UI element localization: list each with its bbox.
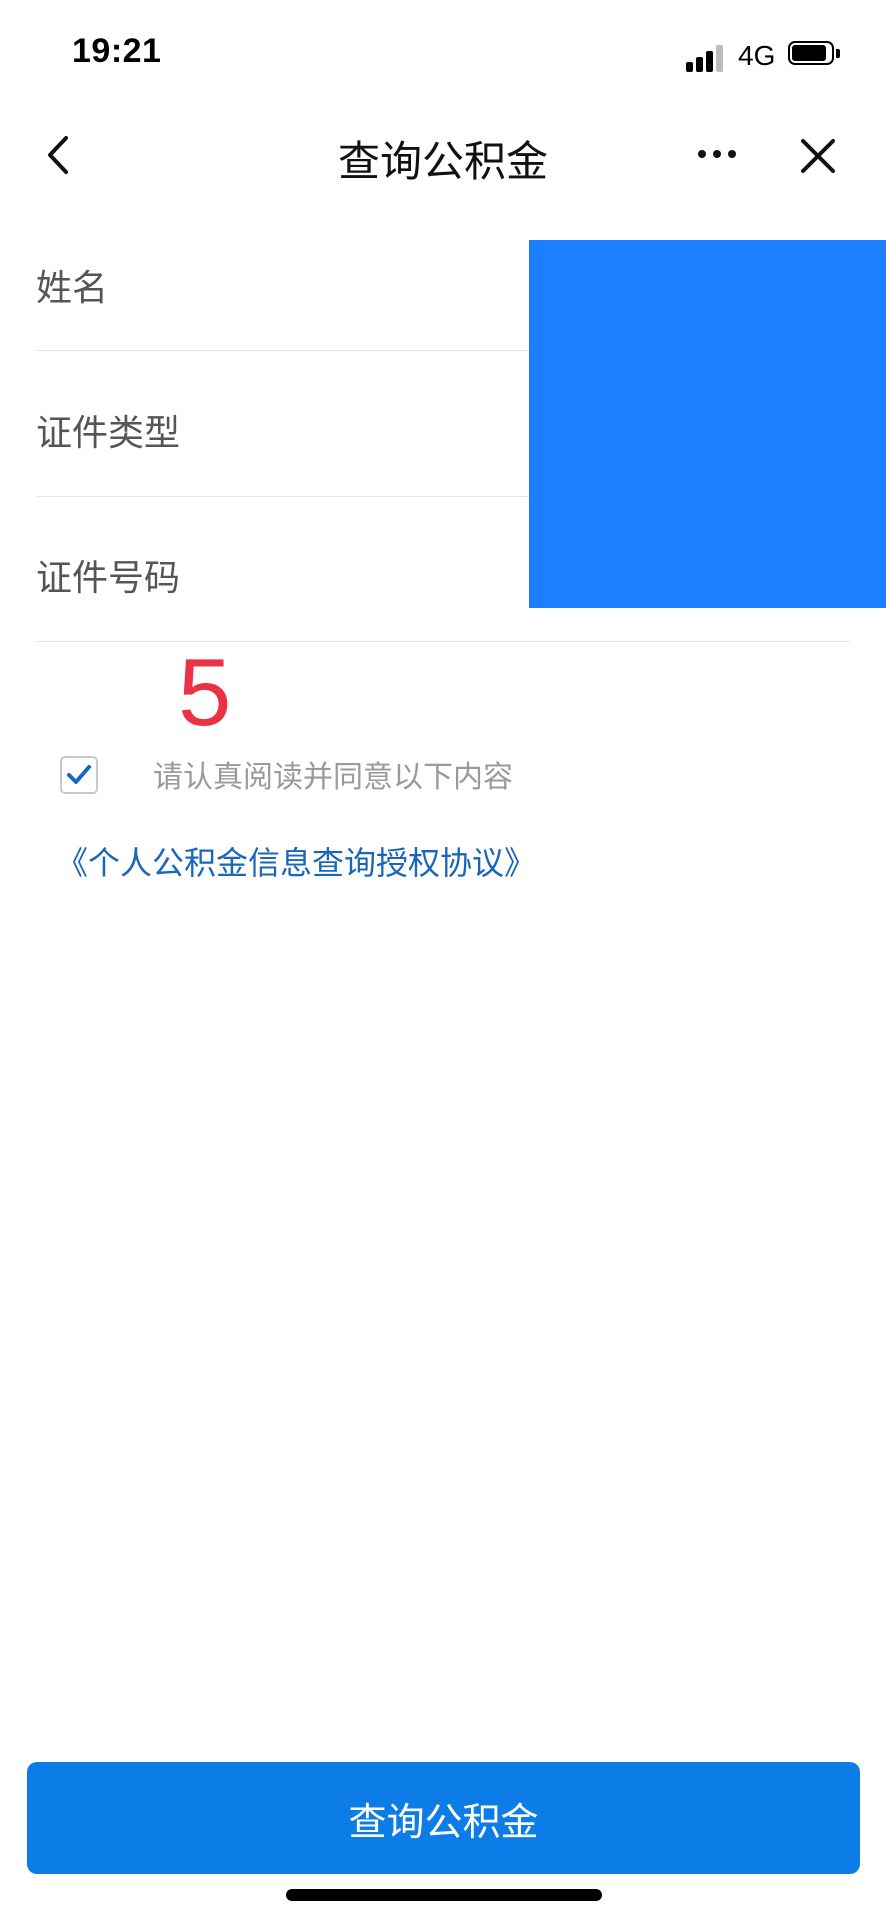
home-indicator[interactable]: [286, 1889, 602, 1901]
page-title: 查询公积金: [337, 137, 548, 186]
signal-icon: [686, 42, 728, 72]
status-time: 19:21: [72, 32, 162, 70]
agreement-checkbox[interactable]: [60, 756, 98, 794]
agreement-link[interactable]: 《个人公积金信息查询授权协议》: [56, 838, 536, 884]
id-type-field-label: 证件类型: [36, 413, 181, 454]
battery-icon: [788, 41, 842, 69]
more-icon[interactable]: [694, 150, 744, 162]
query-button-label: 查询公积金: [348, 1799, 539, 1844]
annotation-number: 5: [178, 639, 232, 746]
name-field-label: 姓名: [36, 268, 109, 309]
network-type: 4G: [738, 40, 776, 71]
id-number-field-label: 证件号码: [36, 558, 181, 599]
close-icon[interactable]: [798, 136, 838, 176]
agreement-prompt: 请认真阅读并同意以下内容: [153, 760, 513, 795]
checkmark-icon: [67, 765, 91, 784]
query-button[interactable]: 查询公积金: [27, 1762, 860, 1874]
redaction-block: [529, 240, 886, 608]
divider: [36, 641, 850, 642]
